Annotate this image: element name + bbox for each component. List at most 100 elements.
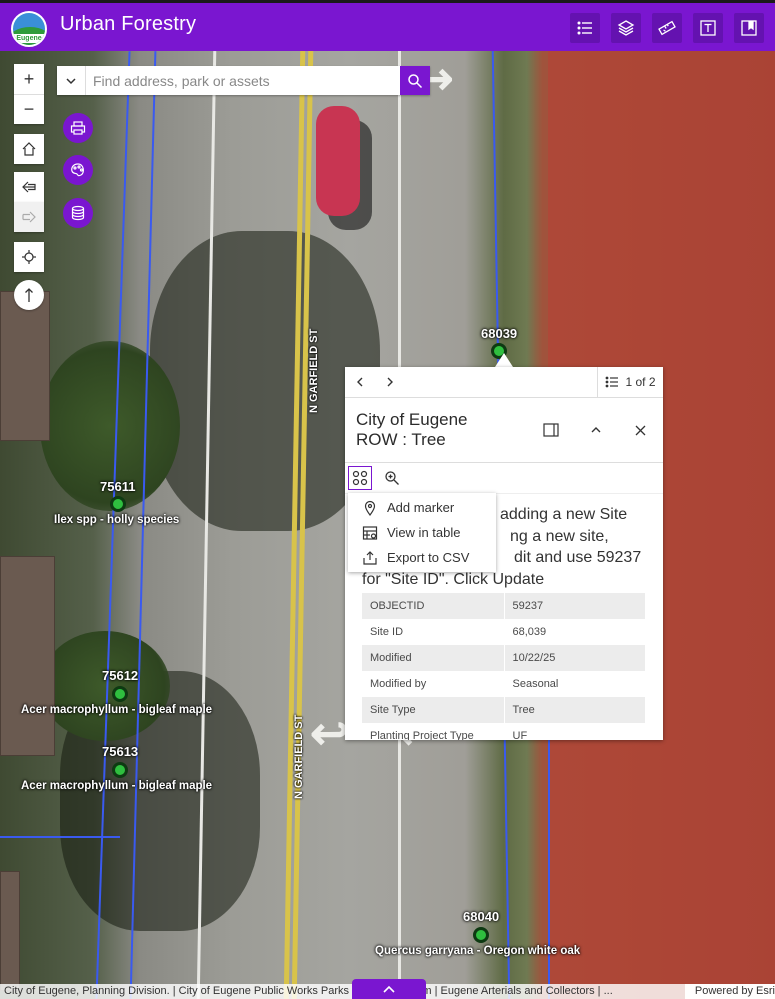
more-actions-button[interactable] (348, 466, 372, 490)
popup-pointer (495, 353, 513, 367)
popup-actions (345, 463, 663, 494)
house-roof (0, 291, 50, 441)
bottom-panel-toggle[interactable] (352, 979, 426, 999)
previous-extent-button[interactable] (14, 172, 44, 202)
popup-pagination: 1 of 2 (345, 367, 663, 398)
table-icon (362, 525, 378, 540)
next-extent-button[interactable] (14, 202, 44, 232)
table-row: Planting Project Type UF (362, 723, 645, 740)
point-label: 68040 (463, 909, 500, 924)
dock-button[interactable] (541, 420, 561, 440)
tree-point[interactable] (112, 762, 128, 778)
export-csv-menu-item[interactable]: Export to CSV (348, 545, 496, 570)
bookmarks-button[interactable] (734, 13, 764, 43)
popup-title: City of Eugene ROW : Tree (356, 410, 468, 449)
measure-icon (658, 20, 676, 36)
point-label: 68039 (481, 326, 518, 341)
zoom-to-button[interactable] (380, 466, 404, 490)
table-row: Modified by Seasonal (362, 671, 645, 697)
chevron-up-icon (383, 985, 395, 993)
locate-button[interactable] (14, 242, 44, 272)
species-label: Quercus garryana - Oregon white oak (375, 945, 581, 957)
species-label: Ilex spp - holly species (54, 514, 180, 526)
search-icon (408, 73, 423, 88)
point-label: 75613 (102, 744, 139, 759)
chevron-down-icon (66, 77, 76, 84)
zoom-out-button[interactable]: − (14, 94, 44, 124)
field-name: Modified (362, 645, 505, 671)
layers-button[interactable] (611, 13, 641, 43)
tree-point[interactable] (473, 927, 489, 943)
street-label: N GARFIELD ST (308, 328, 320, 413)
point-label: 75612 (102, 668, 139, 683)
field-value: 68,039 (512, 626, 547, 638)
point-label: 75611 (100, 479, 136, 494)
view-in-table-menu-item[interactable]: View in table (348, 520, 496, 545)
zoom-control: + − (14, 64, 44, 124)
actions-menu: Add marker View in table Export to CSV (348, 493, 496, 572)
export-icon (363, 550, 377, 565)
table-row: Modified 10/22/25 (362, 645, 645, 671)
next-feature-button[interactable] (375, 367, 405, 397)
database-icon (71, 205, 85, 221)
search-widget (57, 66, 430, 95)
add-marker-menu-item[interactable]: Add marker (348, 495, 496, 520)
dock-side-icon (543, 423, 559, 437)
locate-icon (22, 250, 36, 264)
app-title: Urban Forestry (60, 13, 197, 35)
popup-header: City of Eugene ROW : Tree (345, 398, 663, 463)
palette-icon (71, 163, 84, 177)
field-name: Site Type (362, 697, 505, 723)
field-value: 59237 (504, 593, 645, 619)
collapse-popup-button[interactable] (586, 420, 606, 440)
bookmark-icon (741, 20, 757, 36)
boundary-line (0, 836, 120, 838)
arrow-right-icon (22, 211, 36, 223)
field-value: UF (512, 730, 528, 740)
table-row: Site ID 68,039 (362, 619, 645, 645)
tree-point[interactable] (112, 686, 128, 702)
print-icon (70, 121, 86, 135)
field-name: Site ID (362, 619, 505, 645)
text-button[interactable] (693, 13, 723, 43)
search-button[interactable] (400, 66, 430, 95)
legend-button[interactable] (570, 13, 600, 43)
road-arrow: ↩ (310, 707, 349, 759)
attribution-text: City of Eugene, Planning Division. | Cit… (4, 985, 613, 997)
north-arrow-icon (25, 288, 33, 302)
basemap-button[interactable] (63, 155, 93, 185)
tree-point[interactable] (110, 496, 126, 512)
search-source-dropdown[interactable] (57, 66, 86, 95)
powered-by-esri[interactable]: Powered by Esri (684, 984, 775, 999)
app-header: Eugene Urban Forestry (0, 0, 775, 51)
map-view[interactable]: ↪ ↩ ↲ N GARFIELD ST N GARFIELD ST 68039 … (0, 51, 775, 999)
zoom-in-button[interactable]: + (14, 64, 44, 94)
measure-button[interactable] (652, 13, 682, 43)
print-button[interactable] (63, 113, 93, 143)
layers-icon (617, 20, 635, 36)
close-popup-button[interactable] (630, 420, 650, 440)
data-button[interactable] (63, 198, 93, 228)
legend-list-icon (577, 21, 592, 35)
field-value: 10/22/25 (504, 645, 645, 671)
feature-count-button[interactable]: 1 of 2 (597, 367, 663, 397)
feature-count: 1 of 2 (625, 375, 656, 389)
field-value: Seasonal (512, 678, 559, 690)
field-name: Planting Project Type (362, 723, 505, 740)
eugene-logo: Eugene (11, 11, 47, 47)
home-button[interactable] (14, 134, 44, 164)
attribute-table: OBJECTID 59237 Site ID 68,039 Modified 10/2… (362, 593, 645, 740)
field-name: Modified by (362, 671, 505, 697)
compass-button[interactable] (14, 280, 44, 310)
arrow-left-icon (22, 181, 36, 193)
search-input[interactable] (86, 66, 400, 95)
table-row: Site Type Tree (362, 697, 645, 723)
species-label: Acer macrophyllum - bigleaf maple (21, 704, 213, 716)
table-row: OBJECTID 59237 (362, 593, 645, 619)
chevron-up-icon (591, 427, 601, 433)
previous-feature-button[interactable] (345, 367, 375, 397)
close-icon (635, 425, 645, 435)
home-icon (22, 142, 36, 156)
grid-dots-icon (352, 470, 368, 486)
parked-car (316, 106, 360, 216)
